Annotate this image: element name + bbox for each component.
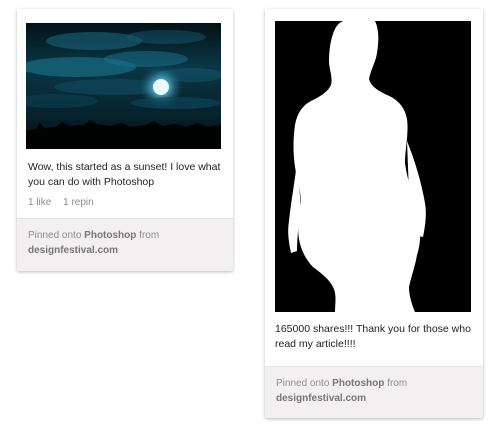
night-sky-image <box>26 23 221 149</box>
pin-card[interactable]: Wow, this started as a sunset! I love wh… <box>17 9 233 271</box>
pin-description: Wow, this started as a sunset! I love wh… <box>28 161 221 188</box>
silhouette-image <box>275 21 471 312</box>
source-link[interactable]: designfestival.com <box>28 245 118 256</box>
pin-image-night-sky[interactable] <box>26 23 221 149</box>
pin-card[interactable]: 165000 shares!!! Thank you for those who… <box>265 9 483 418</box>
repin-count[interactable]: 1 repin <box>63 197 94 208</box>
source-link[interactable]: designfestival.com <box>276 393 366 404</box>
board-link[interactable]: Photoshop <box>332 378 384 389</box>
board-link[interactable]: Photoshop <box>84 230 136 241</box>
like-count[interactable]: 1 like <box>28 197 51 208</box>
pin-description: 165000 shares!!! Thank you for those who… <box>275 323 471 350</box>
pin-footer: Pinned onto Photoshop from designfestiva… <box>265 366 483 418</box>
pin-footer: Pinned onto Photoshop from designfestiva… <box>17 218 233 271</box>
pinned-onto-label: Pinned onto <box>28 230 82 241</box>
pin-stats: 1 like 1 repin <box>28 197 103 208</box>
pinned-onto-label: Pinned onto <box>276 378 330 389</box>
from-label: from <box>139 230 160 241</box>
pin-image-silhouette[interactable] <box>275 21 471 312</box>
from-label: from <box>387 378 408 389</box>
